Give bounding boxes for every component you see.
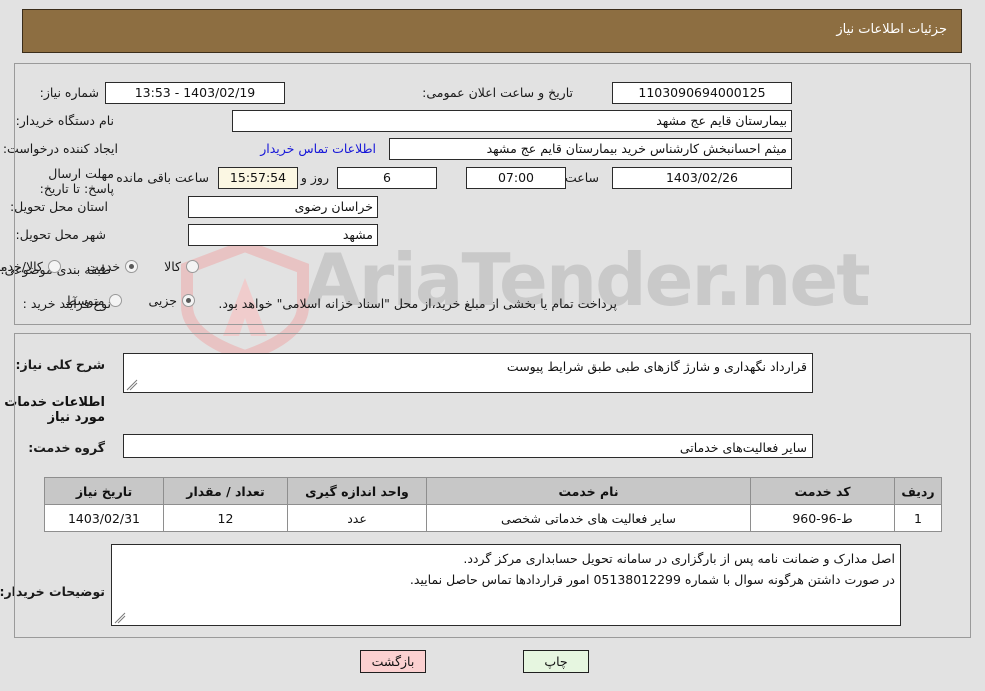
col-name: نام خدمت <box>426 477 751 505</box>
page-title: جزئیات اطلاعات نیاز <box>836 22 947 37</box>
cell-quantity: 12 <box>163 504 288 532</box>
cell-code: ط-96-960 <box>750 504 895 532</box>
cell-unit: عدد <box>287 504 427 532</box>
back-button[interactable]: بازگشت <box>360 650 426 673</box>
col-quantity: تعداد / مقدار <box>163 477 288 505</box>
need-info-panel <box>14 63 971 325</box>
col-need-date: تاریخ نیاز <box>44 477 164 505</box>
cell-index: 1 <box>894 504 942 532</box>
page-header-bar: جزئیات اطلاعات نیاز <box>22 9 962 53</box>
cell-name: سایر فعالیت های خدماتی شخصی <box>426 504 751 532</box>
col-code: کد خدمت <box>750 477 895 505</box>
col-unit: واحد اندازه گیری <box>287 477 427 505</box>
cell-need-date: 1403/02/31 <box>44 504 164 532</box>
table-header-row: ردیف کد خدمت نام خدمت واحد اندازه گیری ت… <box>44 477 942 505</box>
table-row: 1 ط-96-960 سایر فعالیت های خدماتی شخصی ع… <box>44 504 942 532</box>
page-root: AriaTender.net جزئیات اطلاعات نیاز شماره… <box>0 0 985 691</box>
col-index: ردیف <box>894 477 942 505</box>
print-button[interactable]: چاپ <box>523 650 589 673</box>
services-table: ردیف کد خدمت نام خدمت واحد اندازه گیری ت… <box>44 477 942 532</box>
